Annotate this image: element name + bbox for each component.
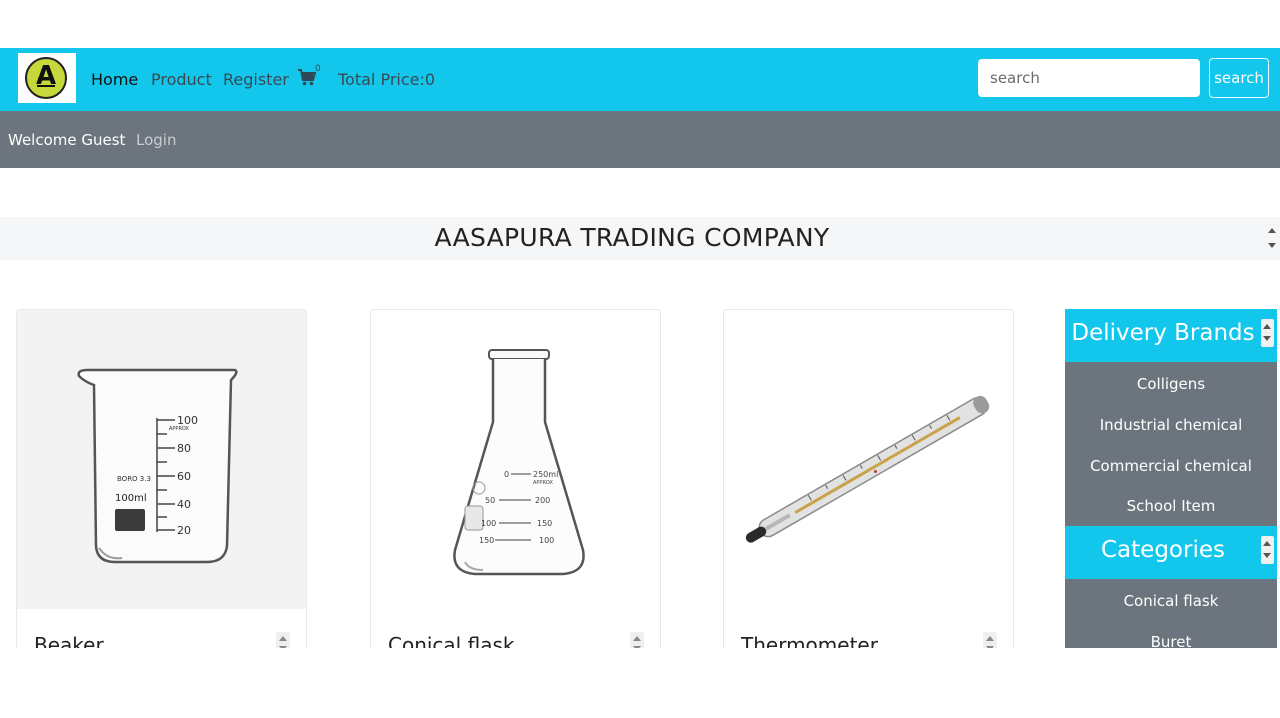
scroll-up-icon[interactable] [1268,228,1276,233]
nav-link-home[interactable]: Home [91,70,138,89]
logo-icon: A [25,57,67,99]
cart-icon [298,69,317,86]
thermometer-icon [724,310,1013,609]
flask-mark-right: 100 [539,536,554,545]
product-card[interactable]: 0 50 100 150 250ml 200 150 100 APPROX Co… [370,309,661,648]
scroll-down-icon[interactable] [279,646,287,648]
welcome-bar: Welcome Guest Login [0,111,1280,168]
flask-mark-left: 50 [485,496,495,505]
card-scroll-control[interactable] [630,632,644,648]
cart-button[interactable]: 0 [297,64,323,89]
product-name[interactable]: Conical flask [388,633,514,648]
search-button[interactable]: search [1209,58,1269,98]
conical-flask-icon: 0 50 100 150 250ml 200 150 100 APPROX [371,310,660,609]
category-item[interactable]: Buret [1065,633,1277,648]
brands-title: Delivery Brands [1071,320,1255,346]
categories-title: Categories [1101,537,1225,563]
product-name[interactable]: Thermometer [741,633,878,648]
brands-header: Delivery Brands [1065,309,1277,362]
flask-approx: APPROX [533,480,554,486]
browser-viewport: A Home Product Register 0 Total Price:0 … [0,48,1280,648]
login-link[interactable]: Login [136,131,176,149]
nav-link-register[interactable]: Register [223,70,289,89]
flask-mark-left: 100 [481,519,496,528]
scroll-up-icon[interactable] [279,636,287,641]
company-banner: AASAPURA TRADING COMPANY [0,217,1280,260]
product-card[interactable]: 100 80 60 40 20 APPROX BORO 3.3 100ml Be… [16,309,307,648]
categories-scroll-control[interactable] [1261,536,1274,564]
flask-mark-right: 250ml [533,470,558,479]
brand-item[interactable]: Industrial chemical [1065,416,1277,434]
banner-scroll-control[interactable] [1267,223,1277,253]
scroll-down-icon[interactable] [1263,336,1271,341]
beaker-approx: APPROX [169,426,190,432]
nav-link-product[interactable]: Product [151,70,212,89]
flask-mark-left: 0 [504,470,509,479]
cart-count-badge: 0 [315,64,321,74]
welcome-greeting: Welcome Guest [8,131,126,149]
brand-item[interactable]: School Item [1065,497,1277,515]
scroll-down-icon[interactable] [1268,243,1276,248]
beaker-mark: 40 [177,498,191,511]
category-item[interactable]: Conical flask [1065,592,1277,610]
card-scroll-control[interactable] [276,632,290,648]
categories-header: Categories [1065,526,1277,579]
beaker-mark: 60 [177,470,191,483]
scroll-down-icon[interactable] [633,646,641,648]
card-scroll-control[interactable] [983,632,997,648]
brand-item[interactable]: Colligens [1065,375,1277,393]
beaker-volume: 100ml [115,493,147,504]
site-logo[interactable]: A [18,53,76,103]
top-navbar: A Home Product Register 0 Total Price:0 … [0,48,1280,111]
product-name[interactable]: Beaker [34,633,104,648]
brand-item[interactable]: Commercial chemical [1065,457,1277,475]
total-price: Total Price:0 [338,70,436,89]
brands-scroll-control[interactable] [1261,319,1274,347]
sidebar: Delivery Brands Colligens Industrial che… [1065,309,1277,648]
scroll-up-icon[interactable] [633,636,641,641]
search-input[interactable] [978,59,1200,97]
flask-mark-left: 150 [479,536,494,545]
scroll-down-icon[interactable] [986,646,994,648]
scroll-up-icon[interactable] [1263,324,1271,329]
flask-mark-right: 150 [537,519,552,528]
beaker-mark: 20 [177,524,191,537]
beaker-boro: BORO 3.3 [117,475,151,483]
scroll-up-icon[interactable] [986,636,994,641]
beaker-icon: 100 80 60 40 20 APPROX BORO 3.3 100ml [17,310,306,609]
product-card[interactable]: Thermometer [723,309,1014,648]
beaker-mark: 80 [177,442,191,455]
flask-mark-right: 200 [535,496,550,505]
scroll-down-icon[interactable] [1263,553,1271,558]
scroll-up-icon[interactable] [1263,541,1271,546]
company-title: AASAPURA TRADING COMPANY [434,223,830,252]
